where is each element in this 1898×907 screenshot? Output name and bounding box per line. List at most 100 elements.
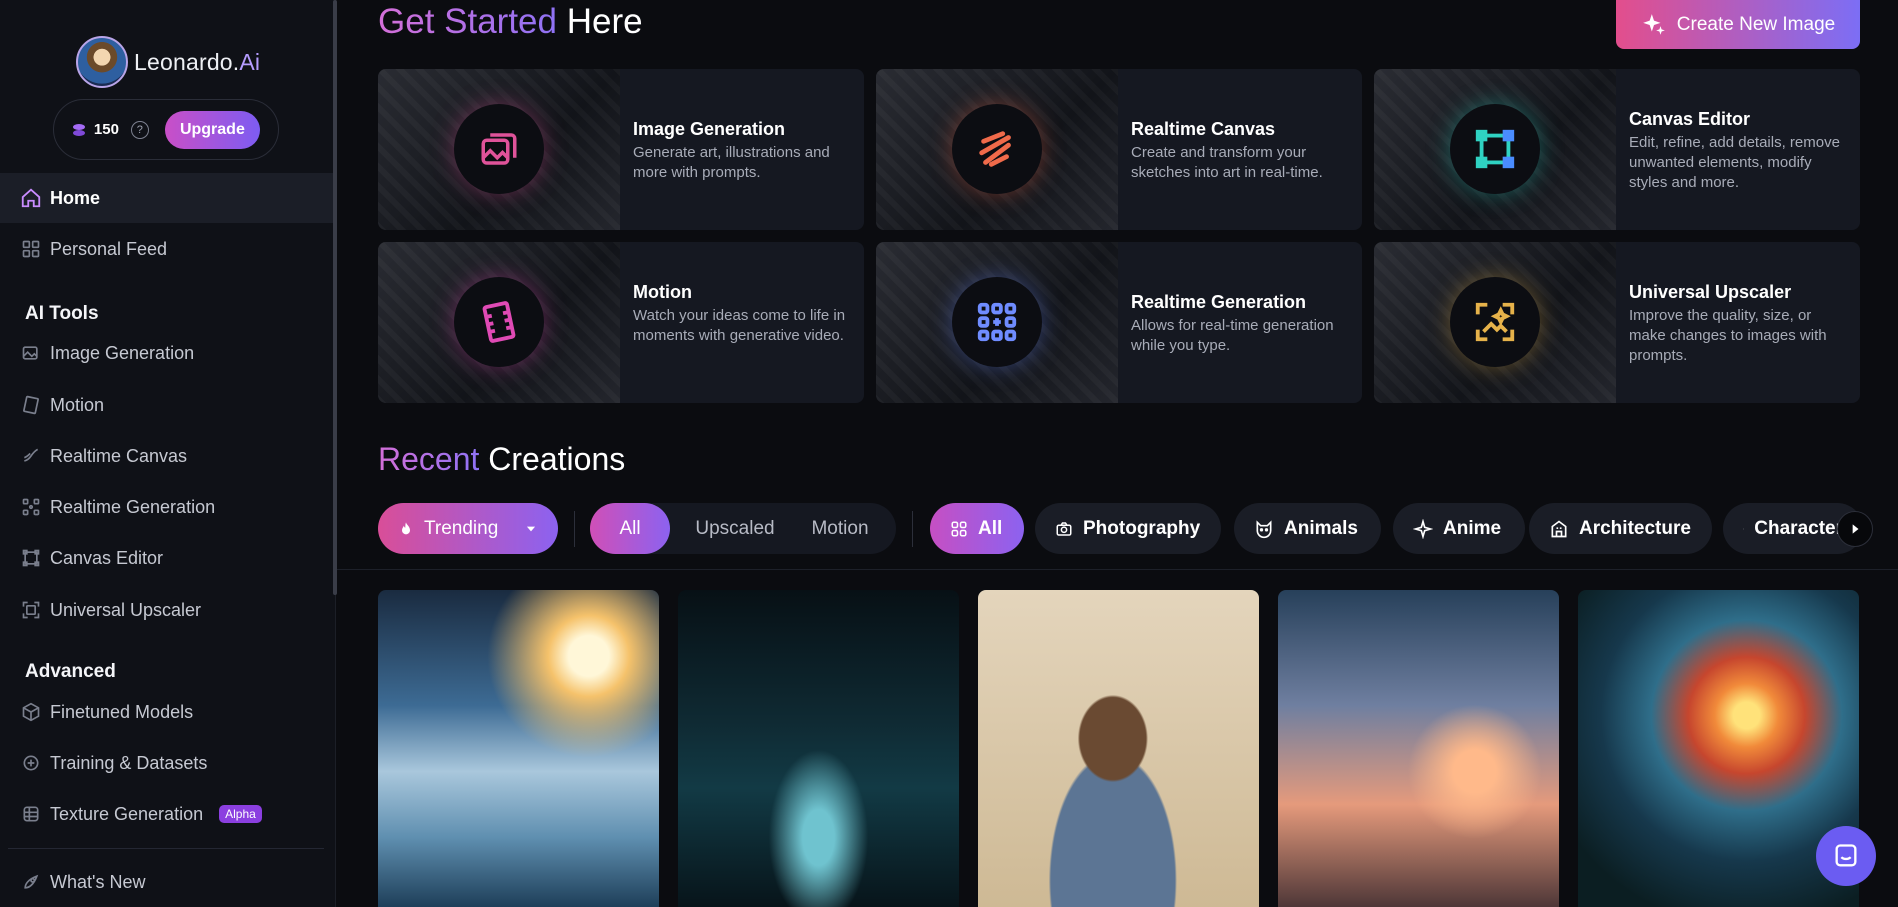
title-accent: Get Started xyxy=(378,2,557,41)
sidebar: Leonardo.Ai 150 ? Upgrade Home Personal … xyxy=(0,0,337,907)
token-box: 150 ? Upgrade xyxy=(53,99,279,160)
nav-training-datasets[interactable]: Training & Datasets xyxy=(0,738,333,788)
category-photography-label: Photography xyxy=(1083,517,1201,539)
brush-icon xyxy=(20,445,42,467)
category-architecture-label: Architecture xyxy=(1579,517,1691,539)
chat-icon xyxy=(1835,844,1857,867)
creation-image[interactable] xyxy=(1278,590,1559,907)
recent-title-rest: Creations xyxy=(479,441,626,477)
image-sparkle-icon xyxy=(1475,302,1515,342)
scroll-right-button[interactable] xyxy=(1837,511,1873,547)
card-title: Realtime Canvas xyxy=(1131,119,1276,139)
card-icon-circle xyxy=(1450,104,1540,194)
nav-canvas-editor[interactable]: Canvas Editor xyxy=(0,533,333,583)
cat-icon xyxy=(1256,519,1272,538)
category-architecture[interactable]: Architecture xyxy=(1529,503,1712,554)
nav-realtime-generation[interactable]: Realtime Generation xyxy=(0,482,333,532)
creation-image[interactable] xyxy=(378,590,659,907)
nav-finetuned-models[interactable]: Finetuned Models xyxy=(0,687,333,737)
card-universal-upscaler[interactable]: Universal Upscaler Improve the quality, … xyxy=(1374,242,1860,403)
grid-icon xyxy=(20,238,42,260)
image-icon xyxy=(20,342,42,364)
card-image-generation[interactable]: Image Generation Generate art, illustrat… xyxy=(378,69,864,230)
card-desc: Generate art, illustrations and more wit… xyxy=(633,144,830,181)
media-type-segment: All Upscaled Motion xyxy=(590,503,896,554)
film-icon xyxy=(20,394,42,416)
section-advanced: Advanced xyxy=(25,661,116,682)
dataset-icon xyxy=(20,752,42,774)
card-desc: Improve the quality, size, or make chang… xyxy=(1629,307,1827,364)
token-coins-icon xyxy=(72,123,86,137)
filter-divider xyxy=(574,511,575,547)
card-desc: Edit, refine, add details, remove unwant… xyxy=(1629,134,1840,191)
card-icon-circle xyxy=(952,104,1042,194)
main-content: Get Started Here Create New Image Image … xyxy=(337,0,1898,907)
card-canvas-editor[interactable]: Canvas Editor Edit, refine, add details,… xyxy=(1374,69,1860,230)
camera-icon xyxy=(1056,521,1072,536)
card-realtime-canvas[interactable]: Realtime Canvas Create and transform you… xyxy=(876,69,1362,230)
help-icon[interactable]: ? xyxy=(130,120,149,139)
category-anime-label: Anime xyxy=(1443,517,1502,539)
create-new-image-label: Create New Image xyxy=(1676,13,1836,35)
upgrade-button[interactable]: Upgrade xyxy=(164,110,261,149)
get-started-title: Get Started Here xyxy=(378,2,643,42)
nav-realtime-canvas-label: Realtime Canvas xyxy=(50,445,188,466)
nav-home[interactable]: Home xyxy=(0,173,333,223)
category-animals[interactable]: Animals xyxy=(1234,503,1381,554)
building-icon xyxy=(1551,519,1567,537)
nav-home-label: Home xyxy=(50,187,101,208)
section-divider xyxy=(337,569,1898,570)
category-all[interactable]: All xyxy=(930,503,1024,554)
recent-title-accent: Recent xyxy=(378,441,480,477)
nav-realtime-canvas[interactable]: Realtime Canvas xyxy=(0,431,333,481)
category-animals-label: Animals xyxy=(1284,517,1358,539)
card-realtime-generation[interactable]: Realtime Generation Allows for real-time… xyxy=(876,242,1362,403)
segment-motion[interactable]: Motion xyxy=(790,503,890,554)
nav-training-datasets-label: Training & Datasets xyxy=(50,752,208,773)
creation-image[interactable] xyxy=(678,590,959,907)
card-icon-circle xyxy=(454,277,544,367)
trending-label: Trending xyxy=(424,517,499,539)
brand-logo xyxy=(76,36,128,88)
nav-motion[interactable]: Motion xyxy=(0,380,333,430)
filter-row: Trending All Upscaled Motion All Photogr… xyxy=(337,503,1898,555)
frame-icon xyxy=(20,547,42,569)
chevron-down-icon xyxy=(526,526,536,531)
recent-creations-title: Recent Creations xyxy=(378,441,625,478)
squiggle-icon xyxy=(979,131,1011,167)
nav-whats-new-label: What's New xyxy=(50,871,146,892)
category-photography[interactable]: Photography xyxy=(1035,503,1221,554)
section-ai-tools: AI Tools xyxy=(25,303,99,324)
card-title: Realtime Generation xyxy=(1131,292,1307,312)
nav-whats-new[interactable]: What's New xyxy=(0,857,333,907)
nav-universal-upscaler-label: Universal Upscaler xyxy=(50,599,202,620)
card-title: Image Generation xyxy=(633,119,786,139)
nav-texture-generation[interactable]: Texture Generation Alpha xyxy=(0,789,333,839)
category-all-label: All xyxy=(978,517,1003,539)
dots-plus-icon xyxy=(977,302,1017,342)
segment-upscaled[interactable]: Upscaled xyxy=(680,503,790,554)
brand-name-ai: Ai xyxy=(239,48,261,75)
brand-name-main: Leonardo. xyxy=(134,48,240,75)
nav-image-generation[interactable]: Image Generation xyxy=(0,328,333,378)
brand[interactable]: Leonardo.Ai xyxy=(76,36,260,88)
nav-motion-label: Motion xyxy=(50,394,105,415)
nav-universal-upscaler[interactable]: Universal Upscaler xyxy=(0,585,333,635)
sidebar-divider xyxy=(8,848,324,849)
nav-personal-feed-label: Personal Feed xyxy=(50,238,168,259)
image-stack-icon xyxy=(481,133,517,165)
category-anime[interactable]: Anime xyxy=(1393,503,1525,554)
chat-support-button[interactable] xyxy=(1816,826,1876,886)
nav-image-generation-label: Image Generation xyxy=(50,342,195,363)
card-desc: Watch your ideas come to life in moments… xyxy=(633,307,846,344)
card-icon-circle xyxy=(952,277,1042,367)
segment-all[interactable]: All xyxy=(590,503,670,554)
card-title: Universal Upscaler xyxy=(1629,282,1792,302)
cube-icon xyxy=(20,701,42,723)
upscale-icon xyxy=(20,599,42,621)
trending-dropdown[interactable]: Trending xyxy=(378,503,558,554)
nav-personal-feed[interactable]: Personal Feed xyxy=(0,224,333,274)
creation-image[interactable] xyxy=(978,590,1259,907)
card-motion[interactable]: Motion Watch your ideas come to life in … xyxy=(378,242,864,403)
create-new-image-button[interactable]: Create New Image xyxy=(1616,0,1860,49)
